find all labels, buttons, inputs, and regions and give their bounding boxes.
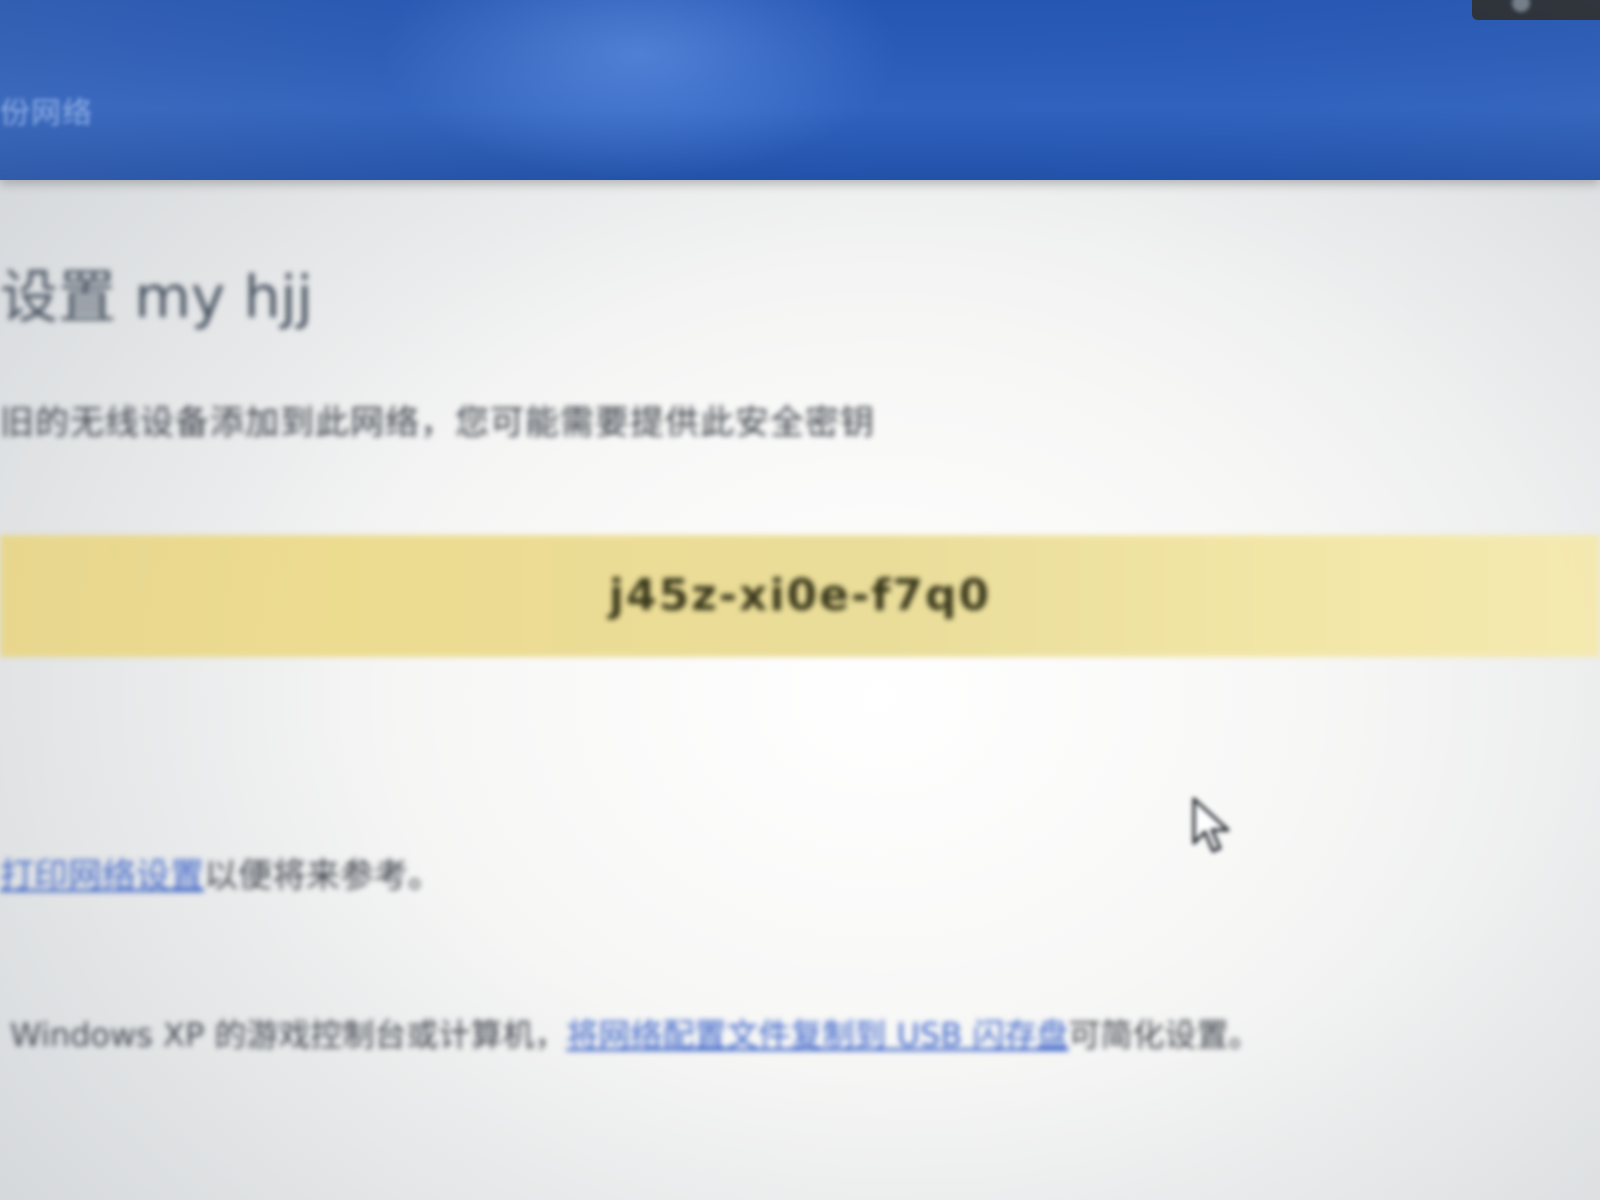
- print-settings-link[interactable]: 打印网络设置: [0, 856, 204, 896]
- copy-to-usb-link[interactable]: 将网络配置文件复制到 USB 闪存盘: [566, 1016, 1068, 1054]
- dialog-content: 设置 my hjj 旧的无线设备添加到此网络，您可能需要提供此安全密钥 j45z…: [0, 180, 1600, 1200]
- close-button[interactable]: [1472, 0, 1600, 20]
- titlebar-glare: [380, 0, 900, 180]
- instruction-text: 旧的无线设备添加到此网络，您可能需要提供此安全密钥: [0, 403, 875, 443]
- window-titlebar: 份网络: [0, 0, 1600, 180]
- usb-line-suffix: 可简化设置。: [1068, 1016, 1261, 1054]
- page-title: 设置 my hjj: [0, 263, 313, 331]
- security-key-band: j45z-xi0e-f7q0: [0, 535, 1600, 657]
- close-icon: [1512, 0, 1530, 12]
- print-settings-suffix: 以便将来参考。: [204, 856, 442, 896]
- window-title: 份网络: [0, 96, 93, 131]
- screen: 份网络 设置 my hjj 旧的无线设备添加到此网络，您可能需要提供此安全密钥 …: [0, 0, 1600, 1200]
- print-settings-line: 打印网络设置以便将来参考。: [0, 848, 442, 897]
- mouse-pointer-icon: [1192, 797, 1230, 853]
- security-key-value: j45z-xi0e-f7q0: [608, 570, 992, 621]
- usb-copy-line: Windows XP 的游戏控制台或计算机，将网络配置文件复制到 USB 闪存盘…: [10, 1010, 1260, 1056]
- usb-line-prefix: Windows XP 的游戏控制台或计算机，: [10, 1016, 567, 1054]
